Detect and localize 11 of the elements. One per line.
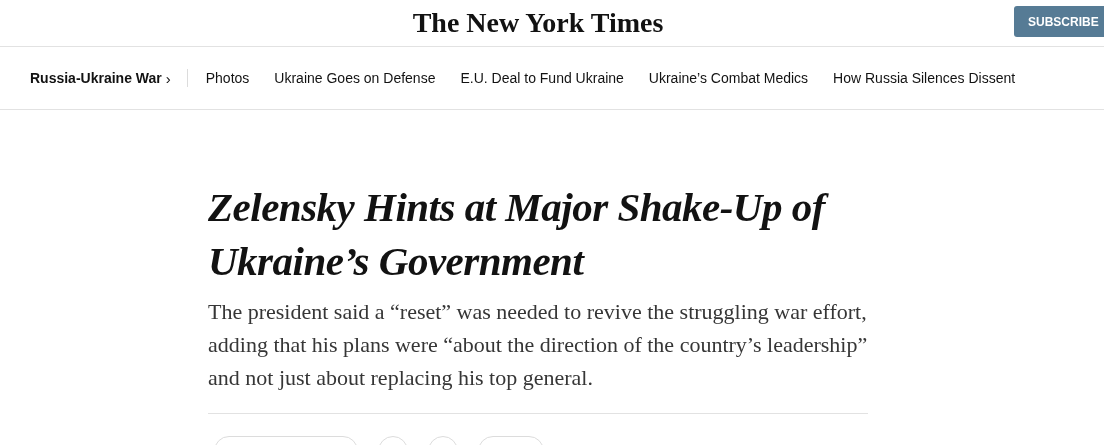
- logo[interactable]: The New York Times: [412, 7, 664, 39]
- chevron-icon: ›: [165, 69, 171, 87]
- nav-link[interactable]: Photos: [205, 70, 250, 86]
- section-link[interactable]: Russia-Ukraine War: [30, 70, 162, 86]
- nav-link[interactable]: How Russia Silences Dissent: [833, 70, 1016, 86]
- nav-link[interactable]: Ukraine’s Combat Medics: [648, 70, 809, 86]
- summary: The president said a “reset” was needed to revive the struggling war effort, adding that his plans were “about the direction of the country’s leadership” and not just about replacing his top general.: [208, 298, 868, 392]
- headline: Zelensky Hints at Major Shake-Up of Ukraine’s Government: [208, 180, 868, 288]
- nav-link[interactable]: E.U. Deal to Fund Ukraine: [460, 70, 624, 86]
- subscribe-button[interactable]: SUBSCRIBE: [1014, 6, 1104, 37]
- nav-link[interactable]: Ukraine Goes on Defense: [274, 70, 436, 86]
